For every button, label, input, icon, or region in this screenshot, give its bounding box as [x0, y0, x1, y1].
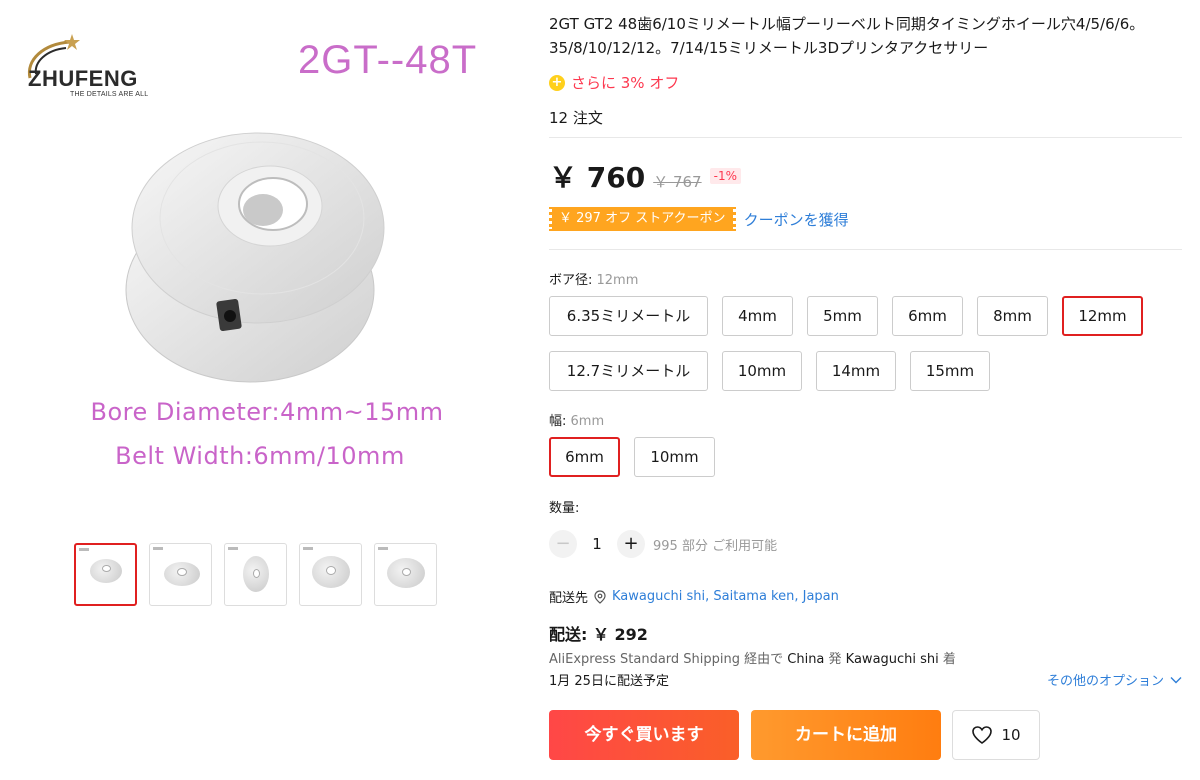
shipping-method-mid: 発: [824, 652, 846, 667]
width-selected-value: 6mm: [570, 414, 605, 429]
store-coupon[interactable]: ￥ 297 オフ ストアクーポン: [546, 207, 739, 231]
coupon-row: ￥ 297 オフ ストアクーポン クーポンを獲得: [546, 207, 849, 231]
more-shipping-options[interactable]: その他のオプション: [1047, 670, 1182, 689]
heart-icon: [972, 726, 993, 744]
buy-now-button[interactable]: 今すぐ買います: [549, 710, 739, 760]
thumbnail-5[interactable]: [374, 543, 437, 606]
wishlist-count: 10: [1001, 726, 1021, 744]
add-to-cart-button[interactable]: カートに追加: [751, 710, 941, 760]
spec-belt-width: Belt Width:6mm/10mm: [115, 442, 405, 470]
delivery-estimate: 1月 25日に配送予定: [549, 674, 669, 689]
thumbnail-1[interactable]: [74, 543, 137, 606]
bore-option-label: ボア径: 12mm: [549, 269, 638, 288]
get-coupon-link[interactable]: クーポンを獲得: [744, 209, 849, 230]
wishlist-button[interactable]: 10: [952, 710, 1040, 760]
brand-logo: ZHUFENG THE DETAILS ARE ALL: [18, 30, 178, 110]
width-label-text: 幅:: [549, 414, 571, 429]
location-pin-icon: [594, 589, 606, 604]
bore-selected-value: 12mm: [596, 273, 639, 288]
bore-option-15mm[interactable]: 15mm: [910, 351, 990, 391]
bore-option-6mm[interactable]: 6mm: [892, 296, 963, 336]
quantity-decrease-button[interactable]: −: [549, 530, 577, 558]
thumbnail-strip: [74, 543, 437, 606]
more-options-label: その他のオプション: [1046, 674, 1164, 689]
bore-option-6-35mm[interactable]: 6.35ミリメートル: [549, 296, 708, 336]
coin-icon: +: [549, 74, 565, 91]
thumbnail-2[interactable]: [149, 543, 212, 606]
main-product-image[interactable]: ZHUFENG THE DETAILS ARE ALL 2GT--48T Bor…: [10, 20, 510, 520]
bore-option-14mm[interactable]: 14mm: [816, 351, 896, 391]
original-price: ￥ 767: [653, 173, 702, 191]
shipping-origin: China: [787, 652, 825, 667]
width-option-6mm[interactable]: 6mm: [549, 437, 620, 477]
spec-bore-diameter: Bore Diameter:4mm~15mm: [90, 398, 444, 426]
shipping-destination: Kawaguchi shi: [845, 652, 939, 667]
product-title: 2GT GT2 48歯6/10ミリメートル幅プーリーベルト同期タイミングホイール…: [549, 15, 1145, 57]
bore-option-4mm[interactable]: 4mm: [722, 296, 793, 336]
product-gallery: ZHUFENG THE DETAILS ARE ALL 2GT--48T Bor…: [0, 0, 520, 780]
product-details: 2GT GT2 48歯6/10ミリメートル幅プーリーベルト同期タイミングホイール…: [546, 0, 1182, 780]
shipping-method-end: 着: [938, 652, 956, 667]
model-title: 2GT--48T: [298, 38, 478, 82]
order-count: 12 注文: [549, 109, 603, 127]
extra-discount-text: さらに 3% オフ: [571, 74, 680, 92]
bore-option-5mm[interactable]: 5mm: [807, 296, 878, 336]
quantity-label: 数量:: [549, 501, 580, 516]
divider: [549, 137, 1182, 138]
width-option-10mm[interactable]: 10mm: [634, 437, 715, 477]
extra-discount: + さらに 3% オフ: [549, 72, 679, 93]
thumbnail-4[interactable]: [299, 543, 362, 606]
brand-tagline: THE DETAILS ARE ALL: [70, 91, 149, 98]
quantity-stepper: − 1 + 995 部分 ご利用可能: [549, 530, 777, 558]
quantity-value[interactable]: 1: [577, 535, 617, 553]
stock-available: 995 部分 ご利用可能: [653, 538, 778, 554]
quantity-increase-button[interactable]: +: [617, 530, 645, 558]
divider: [549, 249, 1182, 250]
bore-option-12-7mm[interactable]: 12.7ミリメートル: [549, 351, 708, 391]
brand-name: ZHUFENG: [28, 66, 138, 91]
shipping-cost: 配送: ￥ 292: [549, 625, 648, 644]
bore-label-text: ボア径:: [549, 273, 597, 288]
thumbnail-3[interactable]: [224, 543, 287, 606]
current-price: ￥ 760: [549, 161, 646, 194]
pulley-image: [125, 132, 385, 383]
shipping-method: AliExpress Standard Shipping 経由で China 発…: [549, 648, 956, 667]
bore-option-10mm[interactable]: 10mm: [722, 351, 802, 391]
bore-option-12mm[interactable]: 12mm: [1062, 296, 1143, 336]
price-row: ￥ 760 ￥ 767 -1%: [549, 156, 741, 196]
ship-to-row: 配送先 Kawaguchi shi, Saitama ken, Japan: [549, 587, 839, 606]
width-option-label: 幅: 6mm: [549, 410, 604, 429]
bore-option-8mm[interactable]: 8mm: [977, 296, 1048, 336]
shipping-method-text: AliExpress Standard Shipping 経由で: [549, 652, 788, 667]
discount-badge: -1%: [709, 168, 741, 184]
ship-to-label: 配送先: [549, 591, 589, 606]
ship-to-location[interactable]: Kawaguchi shi, Saitama ken, Japan: [612, 589, 839, 604]
chevron-down-icon: [1170, 676, 1182, 683]
